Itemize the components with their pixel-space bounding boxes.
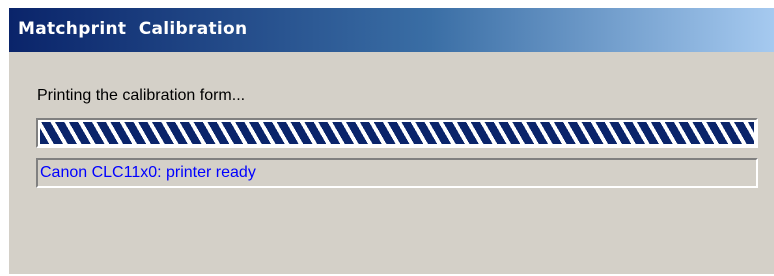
calibration-dialog: Matchprint Calibration Printing the cali…: [8, 8, 774, 274]
title-bar[interactable]: Matchprint Calibration: [9, 8, 774, 52]
printer-status-text: Canon CLC11x0: printer ready: [40, 164, 256, 181]
progress-message: Printing the calibration form...: [37, 87, 246, 104]
progress-bar: [36, 118, 758, 148]
window-title: Matchprint Calibration: [18, 19, 248, 39]
progress-bar-fill: [40, 122, 754, 144]
status-field: Canon CLC11x0: printer ready: [36, 158, 758, 188]
